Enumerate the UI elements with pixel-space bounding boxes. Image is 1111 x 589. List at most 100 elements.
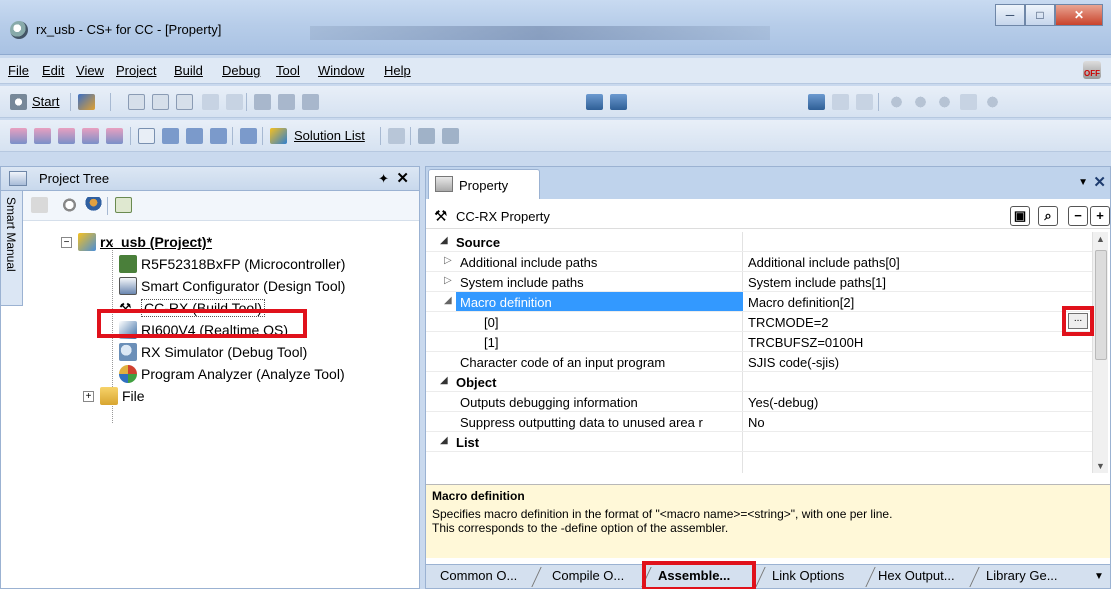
close-panel-icon[interactable]: ✕: [396, 169, 409, 187]
collapse-arrow-icon[interactable]: ◢: [444, 295, 452, 306]
property-value[interactable]: No: [748, 415, 765, 430]
go-icon[interactable]: [936, 94, 953, 110]
menu-help[interactable]: Help: [384, 63, 411, 78]
collapse-icon[interactable]: −: [61, 236, 72, 248]
menu-file[interactable]: File: [8, 63, 29, 78]
build-project-icon[interactable]: [82, 128, 99, 144]
start-icon[interactable]: [10, 94, 27, 110]
property-value[interactable]: TRCMODE=2: [748, 315, 829, 330]
panel-icon[interactable]: [138, 128, 155, 144]
property-value[interactable]: TRCBUFSZ=0100H: [748, 335, 863, 350]
expand-arrow-icon[interactable]: ▷: [444, 275, 452, 286]
property-row[interactable]: Outputs debugging information Yes(-debug…: [426, 392, 1094, 412]
menu-tool[interactable]: Tool: [276, 63, 300, 78]
find-next-icon[interactable]: [278, 94, 295, 110]
property-value[interactable]: Macro definition[2]: [748, 295, 854, 310]
menu-project[interactable]: Project: [116, 63, 156, 78]
build-download-icon[interactable]: [610, 94, 627, 110]
property-value[interactable]: Yes(-debug): [748, 395, 818, 410]
solution-list-icon[interactable]: [270, 128, 287, 144]
clock-icon[interactable]: [61, 197, 78, 213]
expand-arrow-icon[interactable]: ▷: [444, 255, 452, 266]
property-row[interactable]: Character code of an input program SJIS …: [426, 352, 1094, 372]
property-row[interactable]: ▷ Additional include paths Additional in…: [426, 252, 1094, 272]
property-row[interactable]: Suppress outputting data to unused area …: [426, 412, 1094, 432]
find-icon[interactable]: [254, 94, 271, 110]
expand-all-button[interactable]: +: [1090, 206, 1110, 226]
sort-icon[interactable]: [31, 197, 48, 213]
tree-item-simulator[interactable]: RX Simulator (Debug Tool): [119, 341, 307, 363]
property-value[interactable]: Additional include paths[0]: [748, 255, 900, 270]
pin-icon[interactable]: ✦: [378, 171, 389, 187]
tabs-dropdown-icon[interactable]: ▼: [1094, 571, 1104, 582]
import-icon[interactable]: [78, 94, 95, 110]
property-row[interactable]: ▷ System include paths System include pa…: [426, 272, 1094, 292]
paste-icon[interactable]: [176, 94, 193, 110]
collapse-arrow-icon[interactable]: ◢: [440, 435, 448, 446]
menu-debug[interactable]: Debug: [222, 63, 260, 78]
close-tab-icon[interactable]: ✕: [1093, 173, 1106, 191]
rebuild-icon[interactable]: [34, 128, 51, 144]
scroll-down-icon[interactable]: ▼: [1096, 461, 1105, 471]
category-object[interactable]: ◢ Object: [426, 372, 1094, 392]
window-icon[interactable]: [240, 128, 257, 144]
find-previous-icon[interactable]: [302, 94, 319, 110]
step-back-icon[interactable]: [960, 94, 977, 110]
run-icon[interactable]: [912, 94, 929, 110]
property-subrow[interactable]: [0] TRCMODE=2: [426, 312, 1094, 332]
tree-item-smart-configurator[interactable]: Smart Configurator (Design Tool): [119, 275, 345, 297]
tree-item-microcontroller[interactable]: R5F52318BxFP (Microcontroller): [119, 253, 345, 275]
download-icon[interactable]: [586, 94, 603, 110]
tree-item-project[interactable]: − rx_usb (Project)*: [61, 231, 212, 253]
step-icon[interactable]: [832, 94, 849, 110]
undo-icon[interactable]: [202, 94, 219, 110]
scroll-up-icon[interactable]: ▲: [1096, 234, 1105, 244]
expand-icon[interactable]: +: [83, 390, 94, 402]
tab-library-generate[interactable]: Library Ge...: [986, 568, 1058, 583]
tab-compile-options[interactable]: Compile O...: [552, 568, 624, 583]
tree-item-file[interactable]: + File: [83, 385, 145, 407]
menu-edit[interactable]: Edit: [42, 63, 64, 78]
start-button[interactable]: Start: [32, 94, 59, 109]
tab-link-options[interactable]: Link Options: [772, 568, 844, 583]
tree-item-analyzer[interactable]: Program Analyzer (Analyze Tool): [119, 363, 345, 385]
tab-hex-output[interactable]: Hex Output...: [878, 568, 955, 583]
user-icon[interactable]: [85, 197, 102, 213]
cut-icon[interactable]: [128, 94, 145, 110]
solution-list-button[interactable]: Solution List: [294, 128, 365, 143]
stop-icon[interactable]: [888, 94, 905, 110]
menu-window[interactable]: Window: [318, 63, 364, 78]
property-tab[interactable]: Property: [428, 169, 540, 199]
property-value[interactable]: SJIS code(-sjis): [748, 355, 839, 370]
tab-dropdown-icon[interactable]: ▼: [1078, 177, 1088, 188]
output-icon[interactable]: [162, 128, 179, 144]
property-scrollbar[interactable]: ▲ ▼: [1092, 232, 1108, 473]
scroll-thumb[interactable]: [1095, 250, 1107, 360]
smart-manual-tab[interactable]: Smart Manual: [1, 191, 23, 306]
category-source[interactable]: ◢ Source: [426, 232, 1094, 252]
refresh-icon[interactable]: [115, 197, 132, 213]
watch-icon[interactable]: [186, 128, 203, 144]
redo-icon[interactable]: [226, 94, 243, 110]
plugin-icon[interactable]: [418, 128, 435, 144]
property-row-macro-definition[interactable]: ◢ Macro definition Macro definition[2]: [426, 292, 1094, 312]
plugin-manage-icon[interactable]: [442, 128, 459, 144]
tab-common-options[interactable]: Common O...: [440, 568, 517, 583]
collapse-arrow-icon[interactable]: ◢: [440, 375, 448, 386]
collapse-arrow-icon[interactable]: ◢: [440, 235, 448, 246]
menu-build[interactable]: Build: [174, 63, 203, 78]
clean-icon[interactable]: [58, 128, 75, 144]
collapse-all-button[interactable]: −: [1068, 206, 1088, 226]
close-window-button[interactable]: ✕: [1055, 4, 1103, 26]
memory-icon[interactable]: [210, 128, 227, 144]
build-icon[interactable]: [10, 128, 27, 144]
lock-button[interactable]: ▣: [1010, 206, 1030, 226]
search-button[interactable]: ⌕: [1038, 206, 1058, 226]
return-icon[interactable]: [856, 94, 873, 110]
minimize-button[interactable]: ─: [995, 4, 1025, 26]
property-value[interactable]: System include paths[1]: [748, 275, 886, 290]
lock-icon[interactable]: OFF: [1083, 61, 1101, 79]
property-subrow[interactable]: [1] TRCBUFSZ=0100H: [426, 332, 1094, 352]
menu-view[interactable]: View: [76, 63, 104, 78]
reset-icon[interactable]: [984, 94, 1001, 110]
